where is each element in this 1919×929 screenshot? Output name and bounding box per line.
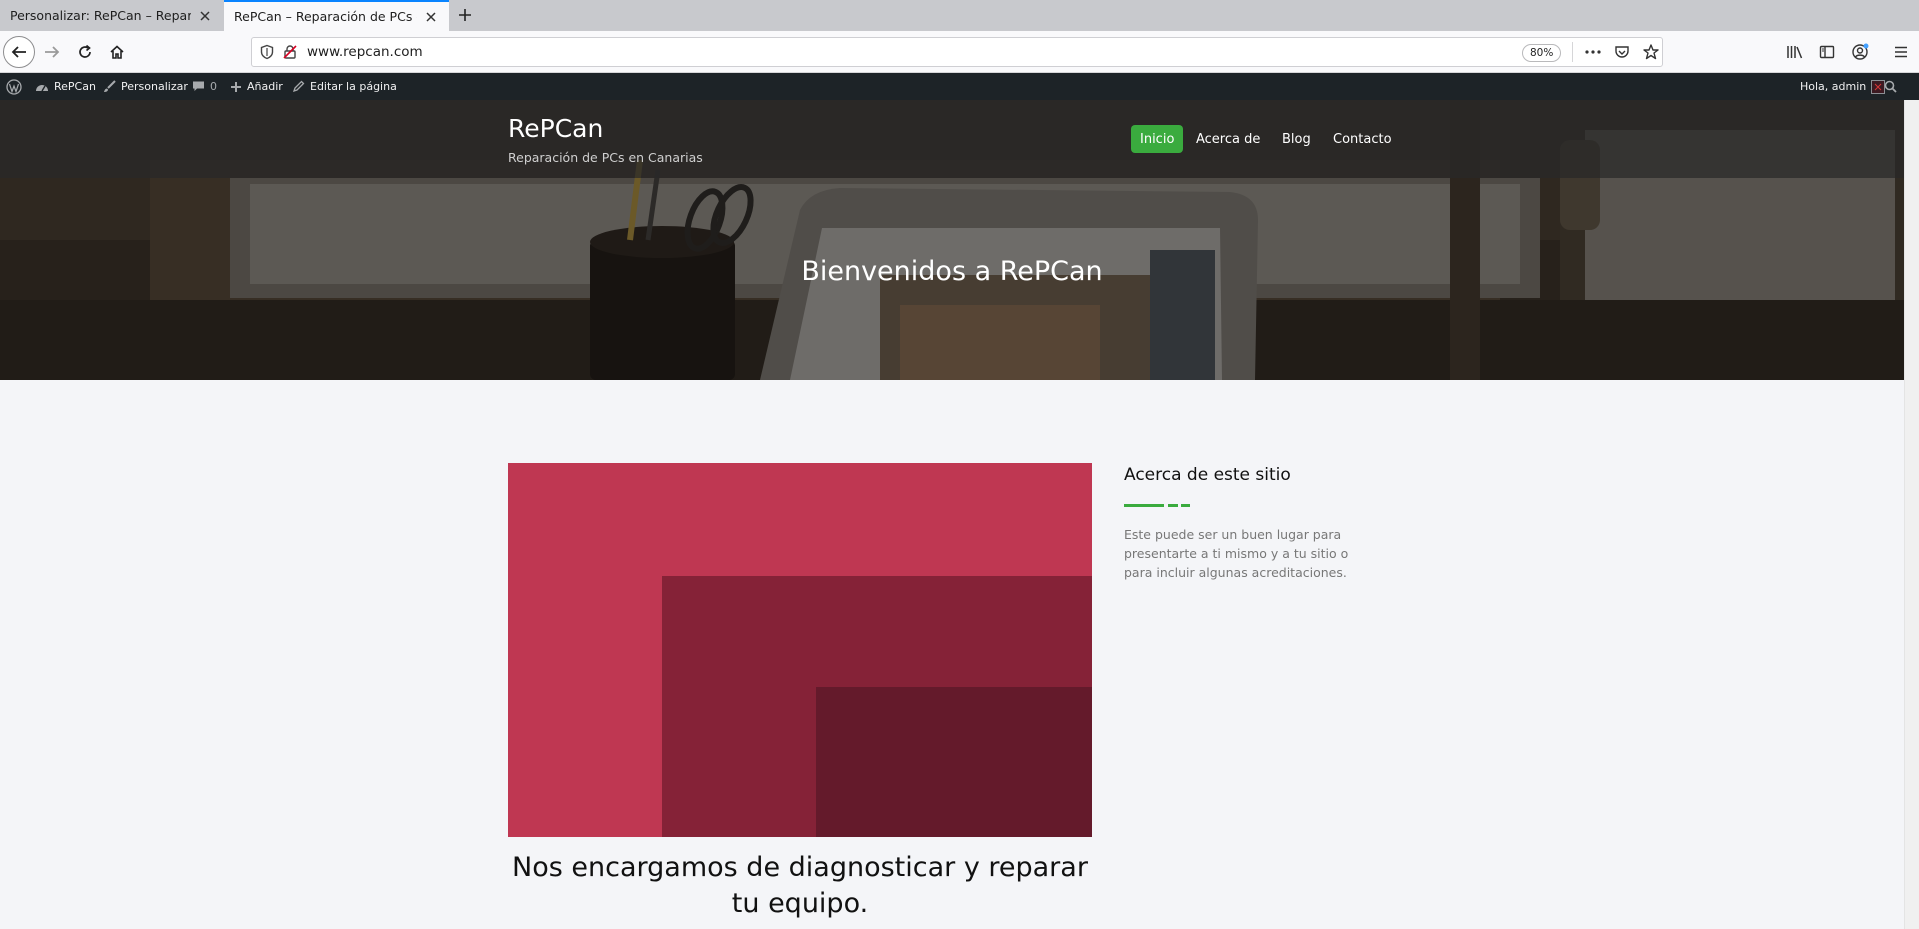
forward-arrow-icon[interactable] [36,36,68,68]
wp-admin-bar: RePCan Personalizar 0 Añadir Editar la p… [0,73,1919,100]
hero-title: Bienvenidos a RePCan [801,256,1103,287]
admin-comments-link[interactable]: 0 [192,73,217,100]
sidebar-toggle-icon[interactable] [1819,44,1835,60]
reload-icon[interactable] [69,36,101,68]
admin-customize-link[interactable]: Personalizar [103,73,188,100]
nav-item-blog[interactable]: Blog [1273,125,1320,153]
tab-title: Personalizar: RePCan – Reparación [10,8,191,23]
hamburger-menu-icon[interactable] [1893,44,1909,60]
url-text: www.repcan.com [307,44,423,60]
admin-greeting: Hola, admin [1800,80,1867,93]
close-icon[interactable] [197,8,213,24]
brush-icon [103,80,116,93]
post-title[interactable]: Nos encargamos de diagnosticar y reparar… [508,850,1092,922]
nav-item-inicio[interactable]: Inicio [1131,125,1184,153]
widget-title-underline [1124,494,1194,507]
admin-site-link[interactable]: RePCan [35,73,96,100]
zoom-level-badge[interactable]: 80% [1522,44,1562,62]
admin-add-new-link[interactable]: Añadir [230,73,283,100]
widget-text: Este puede ser un buen lugar para presen… [1124,527,1349,580]
site-title[interactable]: RePCan [508,114,603,143]
library-icon[interactable] [1786,44,1804,60]
tab-title: RePCan – Reparación de PCs en Canarias [234,9,417,24]
browser-tab-bar: Personalizar: RePCan – Reparación RePCan… [0,0,1919,31]
shield-icon[interactable] [259,44,275,60]
admin-edit-page-link[interactable]: Editar la página [292,73,397,100]
comment-bubble-icon [192,80,205,93]
admin-site-name: RePCan [54,80,96,93]
featured-square-dark [816,687,1092,837]
admin-edit-page-label: Editar la página [310,80,397,93]
browser-nav-bar: www.repcan.com 80% [0,31,1919,73]
nav-item-acerca-de[interactable]: Acerca de [1187,125,1269,153]
plus-icon [230,81,242,93]
bookmark-star-icon[interactable] [1642,43,1660,61]
new-tab-icon[interactable] [455,5,475,25]
dashboard-icon [35,81,49,93]
admin-account-link[interactable]: Hola, admin [1800,73,1886,100]
back-arrow-icon[interactable] [3,36,35,68]
admin-customize-label: Personalizar [121,80,188,93]
wordpress-logo-icon[interactable] [6,73,22,100]
pencil-icon [292,80,305,93]
close-icon[interactable] [423,9,439,25]
url-divider [1572,42,1573,62]
pocket-icon[interactable] [1614,44,1630,60]
account-icon[interactable] [1851,43,1869,61]
site-header: RePCan Reparación de PCs en Canarias Ini… [0,100,1904,178]
widget-title: Acerca de este sitio [1124,465,1291,485]
page-scrollbar[interactable] [1904,100,1919,929]
insecure-lock-icon[interactable] [282,44,298,60]
browser-tab-site[interactable]: RePCan – Reparación de PCs en Canarias [224,0,449,31]
admin-search-icon[interactable] [1884,73,1897,100]
site-tagline: Reparación de PCs en Canarias [508,150,703,165]
url-bar[interactable]: www.repcan.com 80% [251,37,1663,67]
nav-item-contacto[interactable]: Contacto [1324,125,1401,153]
admin-add-new-label: Añadir [247,80,283,93]
home-icon[interactable] [101,36,133,68]
more-actions-icon[interactable] [1584,44,1602,60]
featured-image [508,463,1092,837]
browser-tab-customize[interactable]: Personalizar: RePCan – Reparación [0,0,223,31]
hero-banner: RePCan Reparación de PCs en Canarias Ini… [0,100,1904,380]
comments-count: 0 [210,80,217,93]
